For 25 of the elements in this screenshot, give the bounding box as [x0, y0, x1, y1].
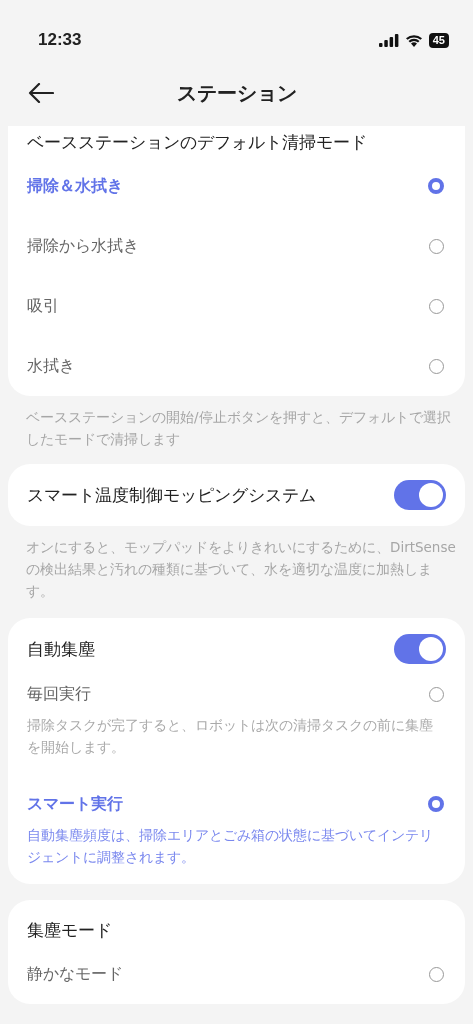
- option-label[interactable]: 毎回実行: [27, 683, 91, 705]
- option-label[interactable]: 掃除＆水拭き: [27, 175, 123, 197]
- toggle-switch[interactable]: [394, 480, 446, 510]
- option-label[interactable]: 掃除から水拭き: [27, 235, 139, 257]
- section-note: ベースステーションの開始/停止ボタンを押すと、デフォルトで選択したモードで清掃します: [26, 408, 452, 449]
- status-time: 12:33: [38, 30, 82, 50]
- page-title: ステーション: [176, 79, 297, 107]
- radio-button[interactable]: [428, 796, 444, 812]
- signal-icon: [378, 33, 399, 47]
- option-label[interactable]: スマート実行: [27, 793, 123, 815]
- back-arrow-icon[interactable]: [28, 83, 54, 103]
- section-heading: 自動集塵: [27, 637, 95, 661]
- section-heading: 集塵モード: [27, 918, 112, 942]
- option-label[interactable]: 静かなモード: [27, 963, 123, 985]
- option-description: 自動集塵頻度は、掃除エリアとごみ箱の状態に基づいてインテリジェントに調整されます。: [27, 826, 434, 867]
- toggle-switch[interactable]: [394, 634, 446, 664]
- option-label[interactable]: 水拭き: [27, 355, 75, 377]
- section-note: オンにすると、モップパッドをよりきれいにするために、DirtSenseの検出結果と汚れの種類に基づいて、水を適切な温度に加熱します。: [26, 538, 456, 601]
- wifi-icon: [404, 33, 423, 47]
- section-heading: ベースステーションのデフォルト清掃モード: [27, 130, 367, 154]
- battery-indicator: 45: [428, 32, 449, 48]
- radio-button[interactable]: [428, 178, 444, 194]
- option-label[interactable]: 吸引: [27, 295, 59, 317]
- option-description: 掃除タスクが完了すると、ロボットは次の清掃タスクの前に集塵を開始します。: [27, 716, 434, 757]
- section-heading: スマート温度制御モッピングシステム: [27, 483, 316, 507]
